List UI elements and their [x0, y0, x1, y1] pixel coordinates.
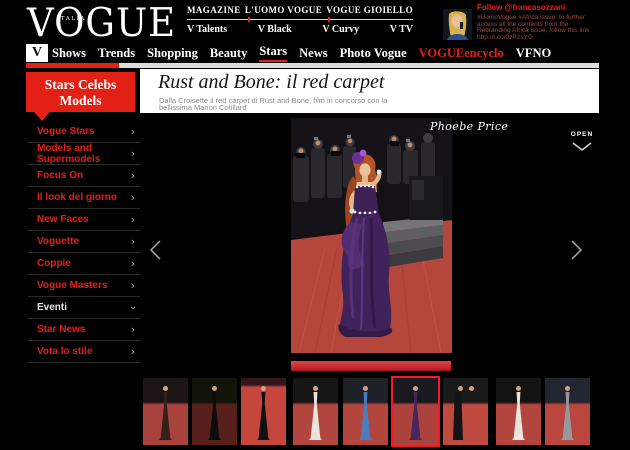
chevron-down-icon: ›: [128, 305, 138, 309]
chevron-right-icon: ›: [131, 281, 135, 291]
nav-magazine[interactable]: MAGAZINE: [187, 5, 241, 15]
sidebar-item-vota-lo-stile[interactable]: Vota lo stile ›: [28, 341, 140, 363]
thumbnail-6-selected[interactable]: [391, 376, 440, 447]
thumbnail-1[interactable]: [143, 378, 188, 445]
page-subtitle: Dalla Croisette il red carpet di Rust an…: [159, 97, 419, 111]
top-nav-divider: [187, 19, 413, 20]
chevron-right-icon: ›: [131, 259, 135, 269]
sidebar-item-new-faces[interactable]: New Faces ›: [28, 209, 140, 231]
nav-item-beauty[interactable]: Beauty: [210, 46, 248, 61]
sidebar-item-star-news[interactable]: Star News ›: [28, 319, 140, 341]
vogue-logo[interactable]: VOGUE ITALIA: [27, 0, 176, 46]
nav-item-stars[interactable]: Stars: [259, 44, 287, 62]
sidebar-item-label: Vogue Masters: [37, 280, 107, 291]
thumbnail-7[interactable]: [443, 378, 488, 445]
main-nav: Shows Trends Shopping Beauty Stars News …: [52, 44, 551, 62]
chevron-right-icon: ›: [131, 347, 135, 357]
photo-caption: Phoebe Price: [430, 120, 508, 133]
section-box: Stars Celebs Models: [26, 72, 135, 112]
tweet-link[interactable]: http://t.co/0zP2sYG: [477, 35, 627, 42]
twitter-follow-link[interactable]: Follow @francasozzani: [477, 3, 627, 12]
twitter-avatar[interactable]: [443, 9, 472, 40]
chevron-right-icon: ›: [131, 215, 135, 225]
sidebar-item-label: Voguette: [37, 236, 79, 247]
vogue-logo-italia-text: ITALIA: [57, 16, 86, 22]
twitter-widget: Follow @francasozzani #UomoVogue #Africa…: [477, 3, 627, 41]
sidebar-item-il-look-del-giorno[interactable]: Il look del giorno ›: [28, 187, 140, 209]
chevron-left-icon: [149, 240, 162, 260]
chevron-right-icon: ›: [131, 149, 135, 159]
nav-item-vogueencyclo[interactable]: VOGUEencyclo: [419, 46, 504, 61]
nav-v-curvy[interactable]: V Curvy: [322, 24, 359, 35]
sidebar-item-focus-on[interactable]: Focus On ›: [28, 165, 140, 187]
open-button[interactable]: OPEN: [563, 131, 601, 156]
chevron-right-icon: ›: [131, 127, 135, 137]
nav-item-news[interactable]: News: [299, 46, 327, 61]
thumbnail-8[interactable]: [496, 378, 541, 445]
sidebar-item-label: Star News: [37, 324, 85, 335]
nav-v-black[interactable]: V Black: [258, 24, 292, 35]
thumbnail-4[interactable]: [293, 378, 338, 445]
nav-v-badge[interactable]: V: [26, 44, 48, 62]
chevron-right-icon: ›: [131, 325, 135, 335]
divider-tick: [248, 17, 250, 22]
thumbnail-3[interactable]: [241, 378, 286, 445]
section-line2: Models: [26, 93, 135, 109]
section-box-notch: [34, 112, 50, 121]
chevron-right-icon: ›: [131, 193, 135, 203]
nav-underline-gray: [119, 63, 599, 68]
sidebar-item-label: Coppie: [37, 258, 71, 269]
next-arrow[interactable]: [570, 240, 583, 265]
sidebar-item-label: Models and Supermodels: [37, 143, 140, 165]
nav-v-talents[interactable]: V Talents: [187, 24, 227, 35]
article-header: Rust and Bone: il red carpet Dalla Crois…: [140, 69, 599, 113]
prev-arrow[interactable]: [149, 240, 162, 265]
nav-item-photo-vogue[interactable]: Photo Vogue: [340, 46, 407, 61]
chevron-down-icon: [571, 142, 593, 151]
page: VOGUE ITALIA MAGAZINE L'UOMO VOGUE VOGUE…: [0, 0, 630, 450]
nav-vogue-gioiello[interactable]: VOGUE GIOIELLO: [326, 5, 413, 15]
sidebar-item-coppie[interactable]: Coppie ›: [28, 253, 140, 275]
sidebar-item-label: Vogue Stars: [37, 126, 95, 137]
page-title: Rust and Bone: il red carpet: [158, 71, 384, 94]
chevron-right-icon: [570, 240, 583, 260]
sidebar-item-label: Il look del giorno: [37, 192, 117, 203]
main-photo[interactable]: [291, 118, 452, 353]
sidebar-item-eventi[interactable]: Eventi ›: [28, 297, 140, 319]
sidebar-item-label: Vota lo stile: [37, 346, 92, 357]
sidebar-item-vogue-stars[interactable]: Vogue Stars ›: [28, 121, 140, 143]
sidebar-item-vogue-masters[interactable]: Vogue Masters ›: [28, 275, 140, 297]
open-label: OPEN: [563, 131, 601, 138]
sidebar: Vogue Stars › Models and Supermodels › F…: [28, 121, 140, 363]
thumbnail-9[interactable]: [545, 378, 590, 445]
sidebar-item-label: Eventi: [37, 302, 67, 313]
vogue-logo-text: VOGUE: [27, 0, 176, 46]
sidebar-item-voguette[interactable]: Voguette ›: [28, 231, 140, 253]
top-nav: MAGAZINE L'UOMO VOGUE VOGUE GIOIELLO V T…: [187, 5, 413, 35]
nav-v-tv[interactable]: V TV: [390, 24, 413, 35]
sidebar-item-label: New Faces: [37, 214, 89, 225]
chevron-right-icon: ›: [131, 171, 135, 181]
sidebar-item-label: Focus On: [37, 170, 83, 181]
thumbnail-2[interactable]: [192, 378, 237, 445]
nav-item-shopping[interactable]: Shopping: [147, 46, 198, 61]
nav-underline-red: [26, 63, 119, 68]
nav-item-vfno[interactable]: VFNO: [516, 46, 551, 61]
sidebar-item-models-and-supermodels[interactable]: Models and Supermodels ›: [28, 143, 140, 165]
nav-luomo-vogue[interactable]: L'UOMO VOGUE: [245, 5, 322, 15]
thumbnail-5[interactable]: [343, 378, 388, 445]
thumbnail-scroll-indicator[interactable]: [291, 361, 451, 371]
nav-item-shows[interactable]: Shows: [52, 46, 86, 61]
divider-tick: [328, 17, 330, 22]
section-line1: Stars Celebs: [26, 77, 135, 93]
nav-item-trends[interactable]: Trends: [98, 46, 135, 61]
chevron-right-icon: ›: [131, 237, 135, 247]
